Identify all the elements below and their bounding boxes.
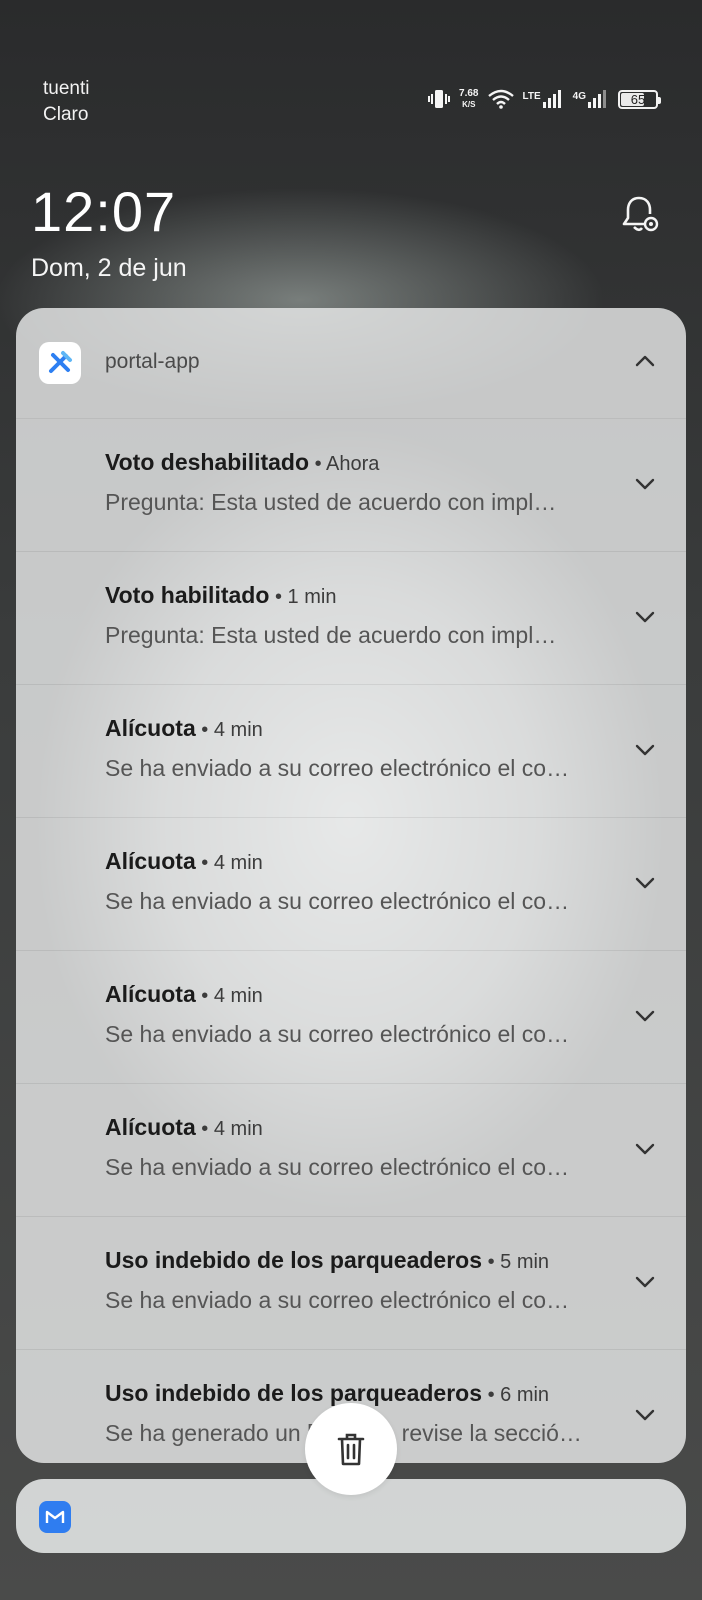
notification-body: Pregunta: Esta usted de acuerdo con impl… [105, 489, 557, 515]
notification-settings-icon[interactable] [618, 193, 660, 235]
notification-body: Se ha enviado a su correo electrónico el… [105, 1287, 570, 1313]
notification-body: Pregunta: Esta usted de acuerdo con impl… [105, 622, 557, 648]
notification-body: Se ha enviado a su correo electrónico el… [105, 888, 570, 914]
notification-item[interactable]: Alícuota • 4 min Se ha enviado a su corre… [16, 685, 686, 818]
notification-time-sep: • [309, 453, 327, 475]
app-name: portal-app [105, 350, 200, 373]
notification-time: 5 min [500, 1251, 550, 1273]
notification-group-header[interactable]: portal-app [16, 308, 686, 419]
notification-time: Ahora [326, 453, 380, 475]
system-icons: 7.68 K/S LTE 4G 65 [428, 88, 661, 110]
notification-time-sep: • [482, 1384, 501, 1406]
notification-time: 6 min [500, 1384, 550, 1406]
notification-group: portal-app Voto deshabilitado • Ahora Pre… [16, 308, 686, 1463]
notification-title: Alícuota • 4 min [105, 715, 263, 741]
chevron-down-icon[interactable] [632, 604, 658, 630]
chevron-down-icon[interactable] [632, 1402, 658, 1428]
notification-title: Voto deshabilitado • Ahora [105, 449, 380, 475]
notification-time: 4 min [213, 1118, 263, 1140]
notification-item[interactable]: Voto deshabilitado • Ahora Pregunta: Esta… [16, 419, 686, 552]
carrier-info: tuenti Claro [43, 76, 89, 128]
carrier-name-2: Claro [43, 104, 89, 125]
notification-body: Se ha enviado a su correo electrónico el… [105, 755, 570, 781]
notification-time-sep: • [195, 719, 214, 741]
notification-item[interactable]: Uso indebido de los parqueaderos • 5 min… [16, 1217, 686, 1350]
lte-signal-icon: LTE [523, 90, 564, 108]
notification-time-sep: • [195, 852, 214, 874]
notification-list: Voto deshabilitado • Ahora Pregunta: Esta… [16, 419, 686, 1463]
notification-time-sep: • [195, 1118, 214, 1140]
clear-all-button[interactable] [305, 1403, 397, 1495]
notification-time: 4 min [213, 719, 263, 741]
status-bar: tuenti Claro 7.68 K/S LTE 4G 65 [0, 0, 702, 140]
portal-app-icon [39, 342, 81, 384]
notification-item[interactable]: Alícuota • 4 min Se ha enviado a su corre… [16, 818, 686, 951]
notification-title: Uso indebido de los parqueaderos • 6 min [105, 1380, 550, 1406]
chevron-up-icon[interactable] [632, 348, 658, 374]
chevron-down-icon[interactable] [632, 737, 658, 763]
notification-time-sep: • [269, 586, 288, 608]
notification-time: 1 min [287, 586, 337, 608]
notification-item[interactable]: Alícuota • 4 min Se ha enviado a su corre… [16, 1084, 686, 1217]
notification-body: Se ha enviado a su correo electrónico el… [105, 1154, 570, 1180]
notification-item[interactable]: Alícuota • 4 min Se ha enviado a su corre… [16, 951, 686, 1084]
lockscreen-date: Dom, 2 de jun [31, 254, 187, 282]
notification-time-sep: • [195, 985, 214, 1007]
notification-body: Se ha enviado a su correo electrónico el… [105, 1021, 570, 1047]
notification-title: Voto habilitado • 1 min [105, 582, 337, 608]
chevron-down-icon[interactable] [632, 1003, 658, 1029]
notification-title: Alícuota • 4 min [105, 981, 263, 1007]
notification-title: Alícuota • 4 min [105, 848, 263, 874]
vibrate-icon [428, 90, 451, 108]
notification-title: Alícuota • 4 min [105, 1114, 263, 1140]
notification-item[interactable]: Voto habilitado • 1 min Pregunta: Esta us… [16, 552, 686, 685]
net-speed: 7.68 K/S [459, 88, 479, 109]
notification-time: 4 min [213, 852, 263, 874]
notification-time: 4 min [213, 985, 263, 1007]
trash-icon [337, 1433, 365, 1466]
wifi-icon [487, 89, 514, 109]
lockscreen-time: 12:07 [31, 180, 177, 243]
gmail-style-icon [39, 1501, 71, 1533]
chevron-down-icon[interactable] [632, 1136, 658, 1162]
notification-title: Uso indebido de los parqueaderos • 5 min [105, 1247, 550, 1273]
chevron-down-icon[interactable] [632, 870, 658, 896]
chevron-down-icon[interactable] [632, 471, 658, 497]
4g-signal-icon: 4G [573, 90, 609, 108]
carrier-name-1: tuenti [43, 78, 90, 99]
chevron-down-icon[interactable] [632, 1269, 658, 1295]
battery-icon: 65 [618, 89, 661, 109]
notification-time-sep: • [482, 1251, 501, 1273]
battery-level: 65 [630, 91, 646, 107]
